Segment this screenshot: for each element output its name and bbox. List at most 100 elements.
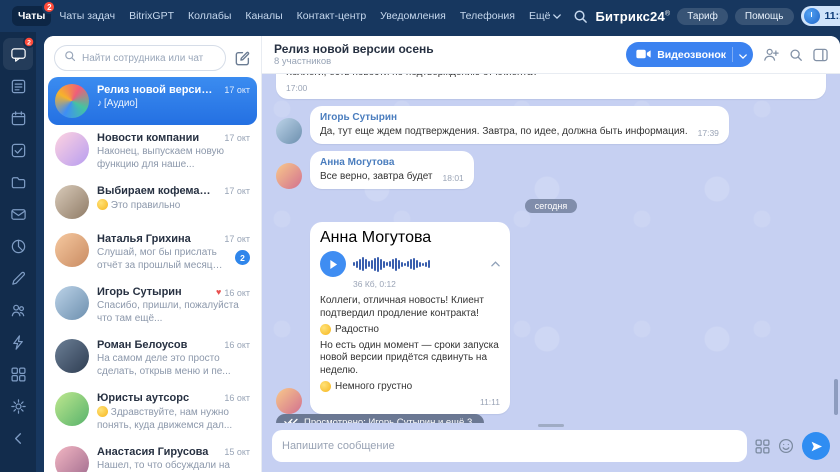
time-widget[interactable]: 11:11: [801, 6, 840, 26]
avatar[interactable]: [276, 388, 302, 414]
chat-date: 16 окт: [224, 340, 250, 350]
rail-company-button[interactable]: [3, 294, 33, 326]
read-receipt-bar[interactable]: Просмотрено: Игорь Сутырин и ещё 3: [276, 414, 484, 423]
emoji-button[interactable]: [778, 438, 794, 454]
chat-list-item-anastasia[interactable]: Анастасия Гирусова15 окт Нашел, то что о…: [48, 439, 257, 472]
message-bubble[interactable]: Коллеги, есть новости по подтверждению о…: [276, 74, 826, 99]
tab-task-chats-label: Чаты задач: [59, 10, 115, 22]
tab-task-chats[interactable]: Чаты задач: [53, 6, 121, 26]
message-row: Коллеги, есть новости по подтверждению о…: [276, 74, 826, 99]
message-text: Коллеги, есть новости по подтверждению о…: [286, 74, 816, 79]
rail-automation-button[interactable]: [3, 326, 33, 358]
chat-preview: Слушай, мог бы прислать отчёт за прошлый…: [97, 247, 229, 272]
video-call-button[interactable]: Видеозвонок: [626, 42, 753, 67]
chat-search-input[interactable]: [82, 53, 216, 64]
chat-pane-title: Релиз новой версии осень: [274, 42, 616, 56]
music-note-icon: ♪: [97, 98, 102, 109]
rail-collapse-button[interactable]: [3, 422, 33, 454]
message-row: Игорь Сутырин Да, тут еще ждем подтвержд…: [276, 106, 826, 144]
chevron-up-icon[interactable]: [491, 261, 500, 267]
chat-list: Релиз новой версии осень17 окт ♪[Аудио] …: [44, 77, 261, 472]
message-text: Все верно, завтра будет: [320, 170, 433, 183]
chat-avatar: [55, 185, 89, 219]
rail-calendar-button[interactable]: [3, 102, 33, 134]
tab-collabs[interactable]: Коллабы: [182, 6, 237, 26]
new-chat-button[interactable]: [234, 50, 251, 67]
chat-title: Роман Белоусов: [97, 339, 218, 351]
chat-search-box[interactable]: [54, 45, 226, 71]
rail-mail-button[interactable]: [3, 198, 33, 230]
rail-messenger-badge: 2: [23, 36, 35, 48]
chat-list-item-release[interactable]: Релиз новой версии осень17 окт ♪[Аудио]: [48, 77, 257, 125]
chat-header-info[interactable]: Релиз новой версии осень 8 участников: [274, 42, 616, 67]
chat-list-item-igor[interactable]: Игорь Сутырин♥16 окт Спасибо, пришли, по…: [48, 279, 257, 332]
tariff-button[interactable]: Тариф: [677, 8, 728, 25]
composer-resize-handle[interactable]: [538, 424, 564, 427]
tab-more[interactable]: Ещё: [523, 6, 567, 26]
avatar[interactable]: [276, 163, 302, 189]
brand-logo[interactable]: Битрикс24®: [595, 9, 670, 24]
chat-list-item-coffee[interactable]: Выбираем кофемашину д...17 окт Это прави…: [48, 178, 257, 226]
tab-chats[interactable]: Чаты 2: [12, 6, 51, 26]
rail-market-button[interactable]: [3, 358, 33, 390]
message-bubble[interactable]: Анна Могутова Все верно, завтра будет 18…: [310, 151, 474, 189]
rail-disk-button[interactable]: [3, 166, 33, 198]
global-search-icon[interactable]: [573, 9, 588, 24]
topbar-right: Битрикс24® Тариф Помощь 11:11: [573, 6, 840, 26]
avatar[interactable]: [276, 118, 302, 144]
tab-channels[interactable]: Каналы: [239, 6, 288, 26]
tab-channels-label: Каналы: [245, 10, 282, 22]
app-rail: 2: [0, 32, 36, 472]
chat-list-item-lawyers[interactable]: Юристы аутсорс16 окт Здравствуйте, нам н…: [48, 385, 257, 439]
chat-list-item-news[interactable]: Новости компании17 окт Наконец, выпускае…: [48, 125, 257, 178]
chat-preview: Это правильно: [97, 199, 250, 213]
grid-icon: [755, 439, 770, 454]
invite-user-button[interactable]: [763, 47, 779, 62]
chat-participants: 8 участников: [274, 56, 616, 67]
message-bubble[interactable]: Игорь Сутырин Да, тут еще ждем подтвержд…: [310, 106, 729, 144]
video-call-label: Видеозвонок: [657, 49, 726, 61]
rail-feed-button[interactable]: [3, 70, 33, 102]
chat-sidebar-toggle[interactable]: [813, 48, 828, 62]
scrollbar-thumb[interactable]: [834, 379, 838, 415]
brand-text: Битрикс24: [595, 9, 664, 24]
tab-notifications[interactable]: Уведомления: [374, 6, 452, 26]
rail-crm-button[interactable]: [3, 230, 33, 262]
chat-preview: ♪[Аудио]: [97, 98, 250, 111]
pen-icon: [10, 270, 27, 287]
tab-bitrixgpt-label: BitrixGPT: [129, 10, 174, 22]
chat-preview: Здравствуйте, нам нужно понять, куда дви…: [97, 406, 250, 432]
rail-sign-button[interactable]: [3, 262, 33, 294]
help-button[interactable]: Помощь: [735, 8, 794, 25]
message-input[interactable]: [282, 440, 737, 452]
tab-contact-center[interactable]: Контакт-центр: [291, 6, 373, 26]
rail-messenger-button[interactable]: 2: [3, 38, 33, 70]
send-button[interactable]: [802, 432, 830, 460]
chat-list-item-natalia[interactable]: Наталья Грихина17 окт Слушай, мог бы при…: [48, 226, 257, 279]
emotion-line: Немного грустно: [320, 381, 500, 392]
audio-waveform[interactable]: [353, 256, 484, 272]
chat-title: Новости компании: [97, 132, 218, 144]
rail-settings-button[interactable]: [3, 390, 33, 422]
chat-list-item-roman[interactable]: Роман Белоусов16 окт На самом деле это п…: [48, 332, 257, 385]
message-text: Да, тут еще ждем подтверждения. Завтра, …: [320, 125, 688, 138]
rail-tasks-button[interactable]: [3, 134, 33, 166]
chat-list-toolbar: [44, 36, 261, 77]
tab-bitrixgpt[interactable]: BitrixGPT: [123, 6, 180, 26]
message-input-box[interactable]: [272, 430, 747, 462]
chevron-down-icon[interactable]: [739, 46, 747, 64]
chat-search-button[interactable]: [789, 48, 803, 62]
tab-more-label: Ещё: [529, 10, 550, 22]
play-button[interactable]: [320, 251, 346, 277]
people-icon: [10, 302, 27, 319]
search-icon: [789, 48, 803, 62]
transcript-text: Но есть один момент — сроки запуска ново…: [320, 340, 500, 378]
chat-header: Релиз новой версии осень 8 участников Ви…: [262, 36, 840, 74]
chat-avatar: [55, 286, 89, 320]
voice-message-card[interactable]: Анна Могутова 36 Кб, 0:12 Коллеги, отлич…: [310, 222, 510, 414]
apps-button[interactable]: [755, 439, 770, 454]
chat-date: ♥16 окт: [216, 288, 250, 298]
tab-telephony[interactable]: Телефония: [454, 6, 521, 26]
top-tabs: Чаты 2 Чаты задач BitrixGPT Коллабы Кана…: [12, 6, 567, 26]
message-row: Анна Могутова Все верно, завтра будет 18…: [276, 151, 826, 189]
